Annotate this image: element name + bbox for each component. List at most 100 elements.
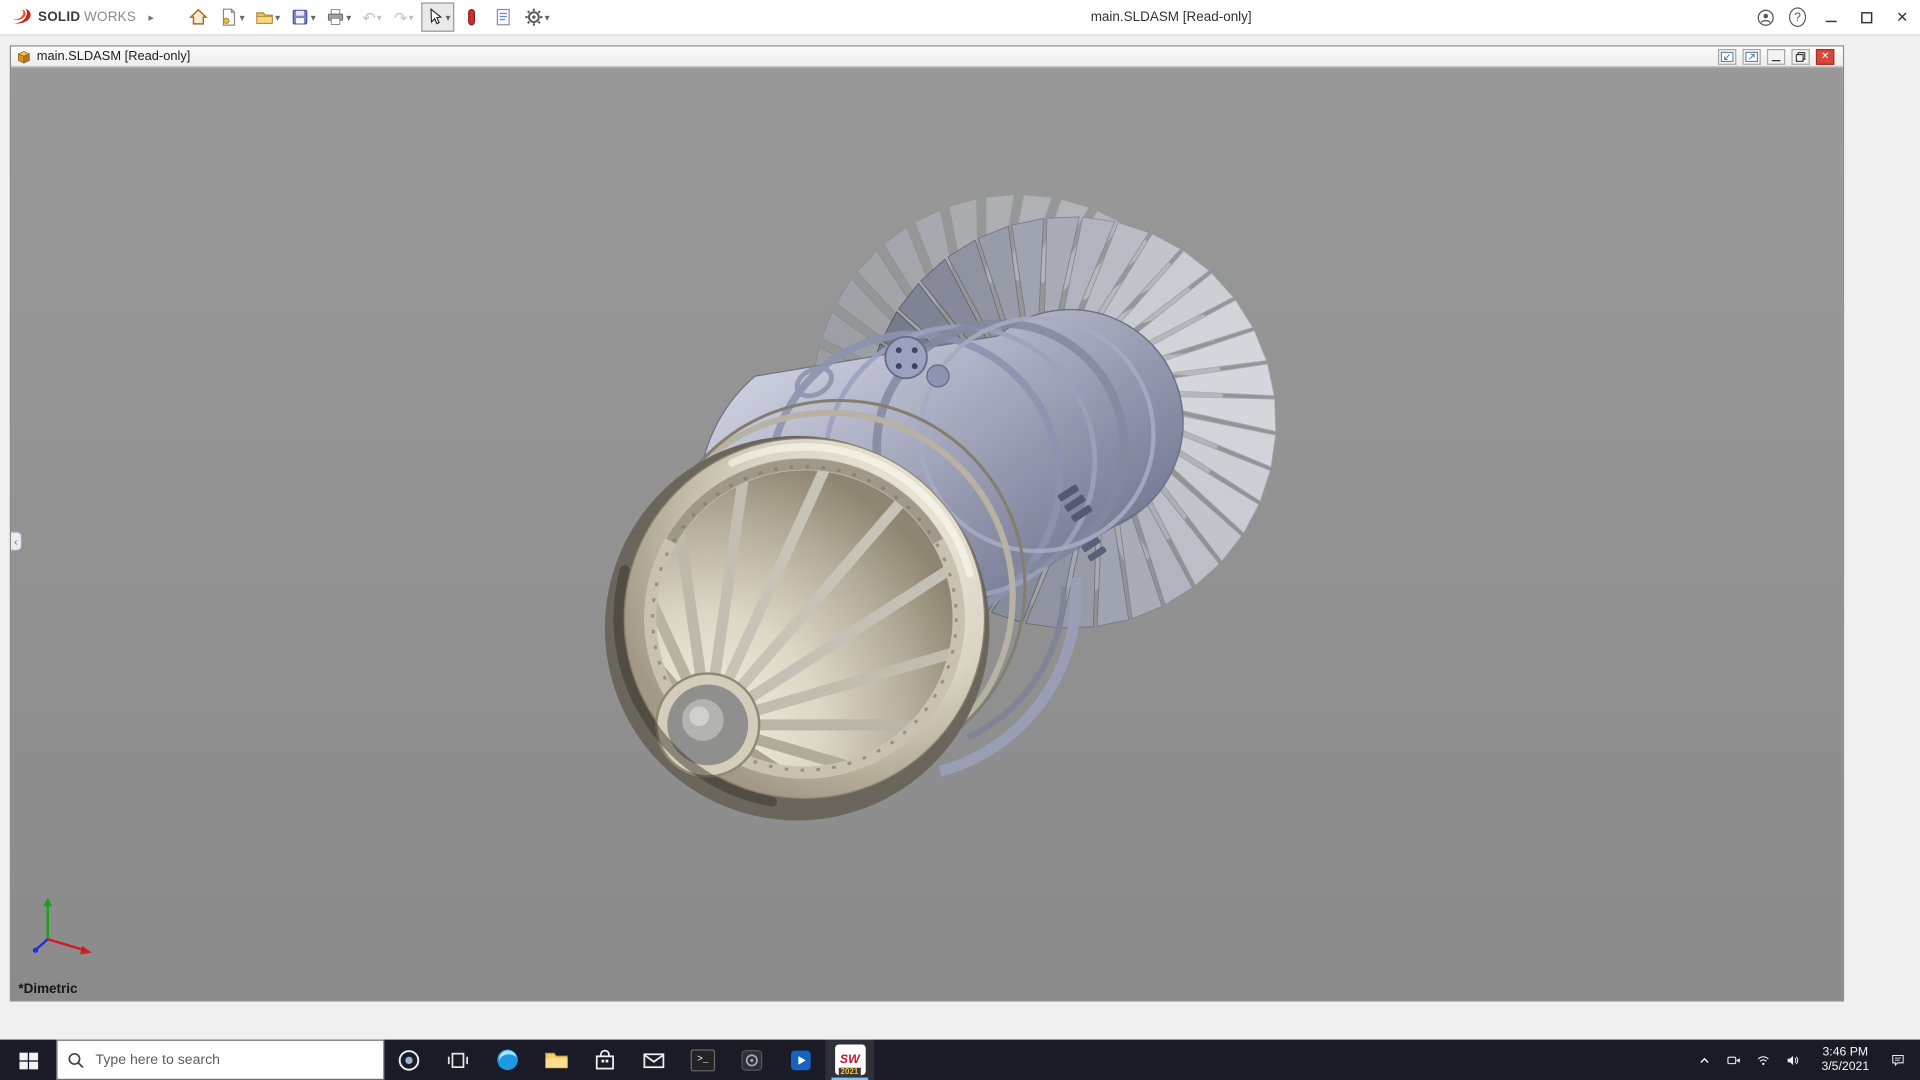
mail-button[interactable] [629, 1040, 678, 1080]
dropdown-caret[interactable]: ▾ [346, 12, 351, 23]
settings-app-button[interactable] [727, 1040, 776, 1080]
screen: SOLID WORKS ▸ ▾ ▾ ▾ ▾ ↶ ▾ ↷ ▾ ▾ ▾ main.S… [0, 0, 1920, 1080]
status-bar [0, 1001, 1920, 1040]
file-properties-icon [496, 8, 510, 26]
options-button[interactable]: ▾ [520, 2, 553, 31]
save-button[interactable]: ▾ [286, 2, 319, 31]
action-center-icon [1892, 1054, 1904, 1067]
print-icon [327, 9, 343, 25]
document-title: main.SLDASM [Read-only] [36, 48, 191, 64]
store-button[interactable] [580, 1040, 629, 1080]
volume-button[interactable] [1778, 1040, 1807, 1080]
menu-expand-arrow[interactable]: ▸ [148, 10, 154, 23]
dropdown-caret[interactable]: ▾ [409, 12, 414, 23]
dropdown-caret[interactable]: ▾ [311, 12, 316, 23]
mail-icon [643, 1052, 665, 1068]
dropdown-caret[interactable]: ▾ [445, 12, 450, 23]
doc-pane-left-button[interactable] [1717, 48, 1737, 65]
undo-icon: ↶ [362, 7, 376, 27]
restore-icon [1795, 51, 1806, 62]
doc-restore-button[interactable] [1791, 48, 1810, 65]
rebuild-button[interactable] [456, 2, 485, 31]
cortana-button[interactable] [384, 1040, 433, 1080]
document-window-controls: ✕ [1717, 48, 1838, 65]
scaled-canvas: SOLID WORKS ▸ ▾ ▾ ▾ ▾ ↶ ▾ ↷ ▾ ▾ ▾ main.S… [0, 0, 1920, 1080]
account-icon [1757, 9, 1774, 26]
media-app-icon [791, 1050, 811, 1070]
app-minimize-button[interactable] [1813, 0, 1849, 35]
orientation-triad [32, 897, 92, 955]
close-icon: ✕ [1820, 50, 1830, 62]
close-icon: ✕ [1896, 8, 1909, 26]
task-view-button[interactable] [433, 1040, 482, 1080]
media-app-button[interactable] [776, 1040, 825, 1080]
edge-button[interactable] [482, 1040, 531, 1080]
meet-now-button[interactable] [1719, 1040, 1748, 1080]
dropdown-caret[interactable]: ▾ [240, 12, 245, 23]
redo-button[interactable]: ↷ ▾ [389, 2, 418, 31]
task-view-icon [447, 1052, 469, 1068]
system-tray: 3:46 PM 3/5/2021 [1690, 1040, 1920, 1080]
doc-pane-right-button[interactable] [1742, 48, 1761, 65]
new-document-button[interactable]: ▾ [215, 2, 248, 31]
speaker-icon [1787, 1055, 1799, 1065]
mdi-background: main.SLDASM [Read-only] ✕ *Dimetric ‹ [0, 35, 1920, 1040]
windows-logo-icon [18, 1052, 38, 1070]
app-title-bar[interactable]: SOLID WORKS ▸ ▾ ▾ ▾ ▾ ↶ ▾ ↷ ▾ ▾ ▾ main.S… [0, 0, 1920, 36]
solidworks-year-badge: 2021 [838, 1067, 861, 1077]
engine-3d-model[interactable] [11, 67, 1843, 1000]
open-folder-icon [255, 12, 273, 24]
taskbar-clock[interactable]: 3:46 PM 3/5/2021 [1807, 1040, 1883, 1080]
search-icon [68, 1052, 84, 1068]
settings-app-icon [741, 1049, 763, 1071]
chevron-up-icon [1700, 1057, 1709, 1063]
account-button[interactable] [1750, 0, 1782, 35]
minimize-icon [1771, 59, 1781, 61]
dropdown-caret[interactable]: ▾ [275, 12, 280, 23]
home-button[interactable] [183, 2, 212, 31]
doc-minimize-button[interactable] [1766, 48, 1786, 65]
doc-close-button[interactable]: ✕ [1815, 48, 1835, 65]
help-icon: ? [1788, 7, 1807, 27]
open-button[interactable]: ▾ [251, 2, 284, 31]
search-input[interactable] [93, 1051, 351, 1069]
windows-taskbar: >_ SW 2021 [0, 1039, 1920, 1080]
document-title-bar[interactable]: main.SLDASM [Read-only] ✕ [11, 46, 1843, 68]
start-button[interactable] [0, 1040, 56, 1080]
brand-text-works: WORKS [84, 9, 137, 25]
file-properties-button[interactable] [488, 2, 517, 31]
wifi-icon [1757, 1055, 1769, 1065]
save-floppy-icon [292, 9, 308, 25]
dropdown-caret[interactable]: ▾ [545, 12, 550, 23]
file-explorer-button[interactable] [531, 1040, 580, 1080]
viewport-3d[interactable]: *Dimetric ‹ [11, 67, 1843, 1001]
print-button[interactable]: ▾ [322, 2, 355, 31]
dropdown-caret[interactable]: ▾ [377, 12, 382, 23]
action-center-button[interactable] [1883, 1040, 1912, 1080]
rebuild-stoplight-icon [467, 8, 475, 26]
app-close-button[interactable]: ✕ [1884, 0, 1920, 35]
help-button[interactable]: ? [1782, 0, 1814, 35]
gear-icon [525, 8, 543, 26]
view-orientation-label: *Dimetric [18, 982, 78, 997]
network-button[interactable] [1749, 1040, 1778, 1080]
document-window: main.SLDASM [Read-only] ✕ *Dimetric ‹ [9, 45, 1845, 1002]
taskbar-search[interactable] [56, 1039, 385, 1080]
file-explorer-icon [544, 1052, 568, 1069]
assembly-cube-icon [17, 50, 31, 63]
quick-access-toolbar: ▾ ▾ ▾ ▾ ↶ ▾ ↷ ▾ ▾ ▾ [183, 0, 553, 35]
camera-icon [1727, 1056, 1740, 1064]
panel-collapse-arrow[interactable]: ‹ [11, 531, 23, 552]
app-window-controls: ? ✕ [1750, 0, 1920, 35]
clock-time: 3:46 PM [1822, 1045, 1869, 1059]
pane-arrow-icon [1720, 51, 1734, 62]
select-tool-button[interactable]: ▾ [420, 2, 455, 32]
pane-arrow-icon [1745, 51, 1758, 62]
terminal-icon: >_ [690, 1048, 716, 1071]
undo-button[interactable]: ↶ ▾ [357, 2, 386, 31]
tray-expand-button[interactable] [1690, 1040, 1719, 1080]
app-maximize-button[interactable] [1849, 0, 1885, 35]
store-icon [595, 1049, 614, 1069]
solidworks-taskbar-button[interactable]: SW 2021 [825, 1039, 875, 1080]
terminal-button[interactable]: >_ [678, 1040, 727, 1080]
